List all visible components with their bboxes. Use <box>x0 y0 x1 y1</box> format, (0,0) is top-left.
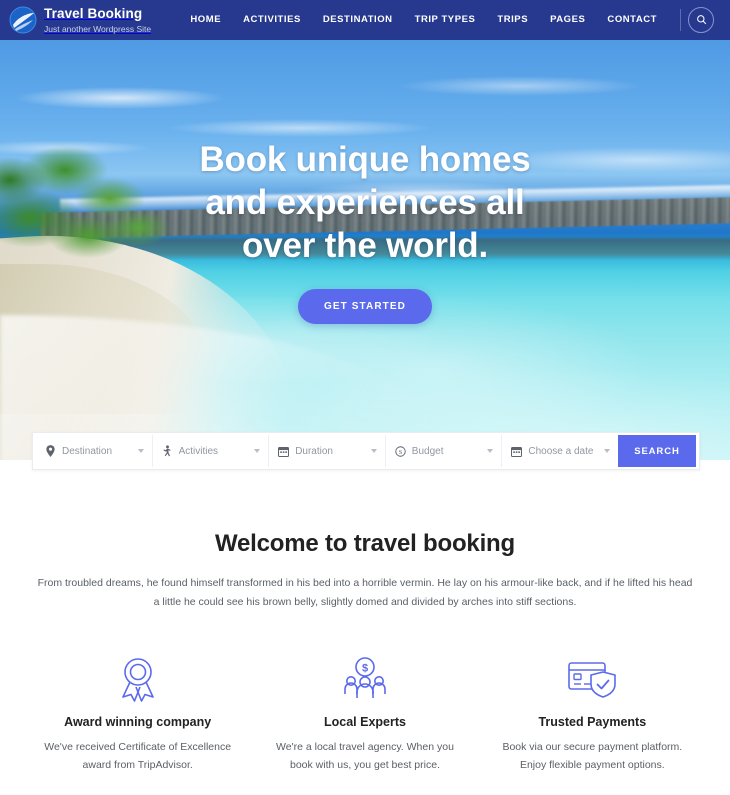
budget-placeholder: Budget <box>411 445 444 457</box>
svg-text:$: $ <box>362 663 368 675</box>
nav-item-home[interactable]: HOME <box>179 0 232 40</box>
credit-card-shield-icon <box>493 655 692 703</box>
activities-placeholder: Activities <box>178 445 219 457</box>
brand-title: Travel Booking <box>44 5 143 21</box>
feature-body: Book via our secure payment platform. En… <box>502 741 683 771</box>
search-icon <box>696 13 707 28</box>
hero-content: Book unique homes and experiences all ov… <box>0 40 730 324</box>
people-dollar-icon: $ <box>265 655 464 703</box>
feature-body: We're a local travel agency. When you bo… <box>276 741 454 771</box>
duration-placeholder: Duration <box>295 445 333 457</box>
feature-trusted-payments: Trusted Payments Book via our secure pay… <box>479 655 706 774</box>
chevron-down-icon <box>254 449 261 453</box>
feature-title: Trusted Payments <box>538 715 647 729</box>
calendar-icon <box>277 446 290 457</box>
header-search-button[interactable] <box>688 7 714 33</box>
feature-title: Award winning company <box>64 715 212 729</box>
calendar-icon <box>510 446 523 457</box>
date-select[interactable]: Choose a date <box>502 435 618 467</box>
welcome-section: Welcome to travel booking From troubled … <box>0 530 730 612</box>
primary-navigation: HOME ACTIVITIES DESTINATION TRIP TYPES T… <box>179 0 730 40</box>
budget-select[interactable]: S Budget <box>386 435 503 467</box>
nav-item-trip-types[interactable]: TRIP TYPES <box>404 0 487 40</box>
site-header: Travel Booking Just another Wordpress Si… <box>0 0 730 40</box>
search-submit-button[interactable]: SEARCH <box>617 435 696 467</box>
welcome-body: From troubled dreams, he found himself t… <box>37 577 693 608</box>
nav-item-activities[interactable]: ACTIVITIES <box>232 0 312 40</box>
nav-item-contact[interactable]: CONTACT <box>596 0 668 40</box>
feature-award-winning-company: Award winning company We've received Cer… <box>24 655 251 774</box>
nav-divider <box>680 9 681 31</box>
date-placeholder: Choose a date <box>528 445 594 457</box>
svg-text:S: S <box>399 448 403 455</box>
swoosh-circle-logo-icon <box>8 5 38 35</box>
hero-title: Book unique homes and experiences all ov… <box>199 140 531 265</box>
chevron-down-icon <box>137 449 144 453</box>
brand-logo-link[interactable]: Travel Booking Just another Wordpress Si… <box>0 5 179 35</box>
nav-item-destination[interactable]: DESTINATION <box>312 0 404 40</box>
map-pin-icon <box>44 445 57 457</box>
chevron-down-icon <box>487 449 494 453</box>
trip-search-bar: Destination Activities Duration S Budget… <box>32 432 700 470</box>
feature-local-experts: $ Local Experts We're a local travel age… <box>251 655 478 774</box>
destination-placeholder: Destination <box>62 445 113 457</box>
award-ribbon-icon <box>38 655 237 703</box>
get-started-button[interactable]: GET STARTED <box>298 289 432 324</box>
brand-text: Travel Booking Just another Wordpress Si… <box>38 6 151 35</box>
features-section: Award winning company We've received Cer… <box>0 655 730 774</box>
chevron-down-icon <box>370 449 377 453</box>
nav-item-pages[interactable]: PAGES <box>539 0 596 40</box>
feature-body: We've received Certificate of Excellence… <box>44 741 232 771</box>
chevron-down-icon <box>603 449 610 453</box>
feature-title: Local Experts <box>324 715 406 729</box>
nav-item-trips[interactable]: TRIPS <box>486 0 539 40</box>
destination-select[interactable]: Destination <box>36 435 153 467</box>
duration-select[interactable]: Duration <box>269 435 386 467</box>
brand-tagline: Just another Wordpress Site <box>44 23 152 34</box>
hiker-icon <box>161 445 174 457</box>
activities-select[interactable]: Activities <box>153 435 270 467</box>
hero-banner: Book unique homes and experiences all ov… <box>0 40 730 460</box>
dollar-circle-icon: S <box>394 445 407 457</box>
welcome-heading: Welcome to travel booking <box>215 530 515 557</box>
